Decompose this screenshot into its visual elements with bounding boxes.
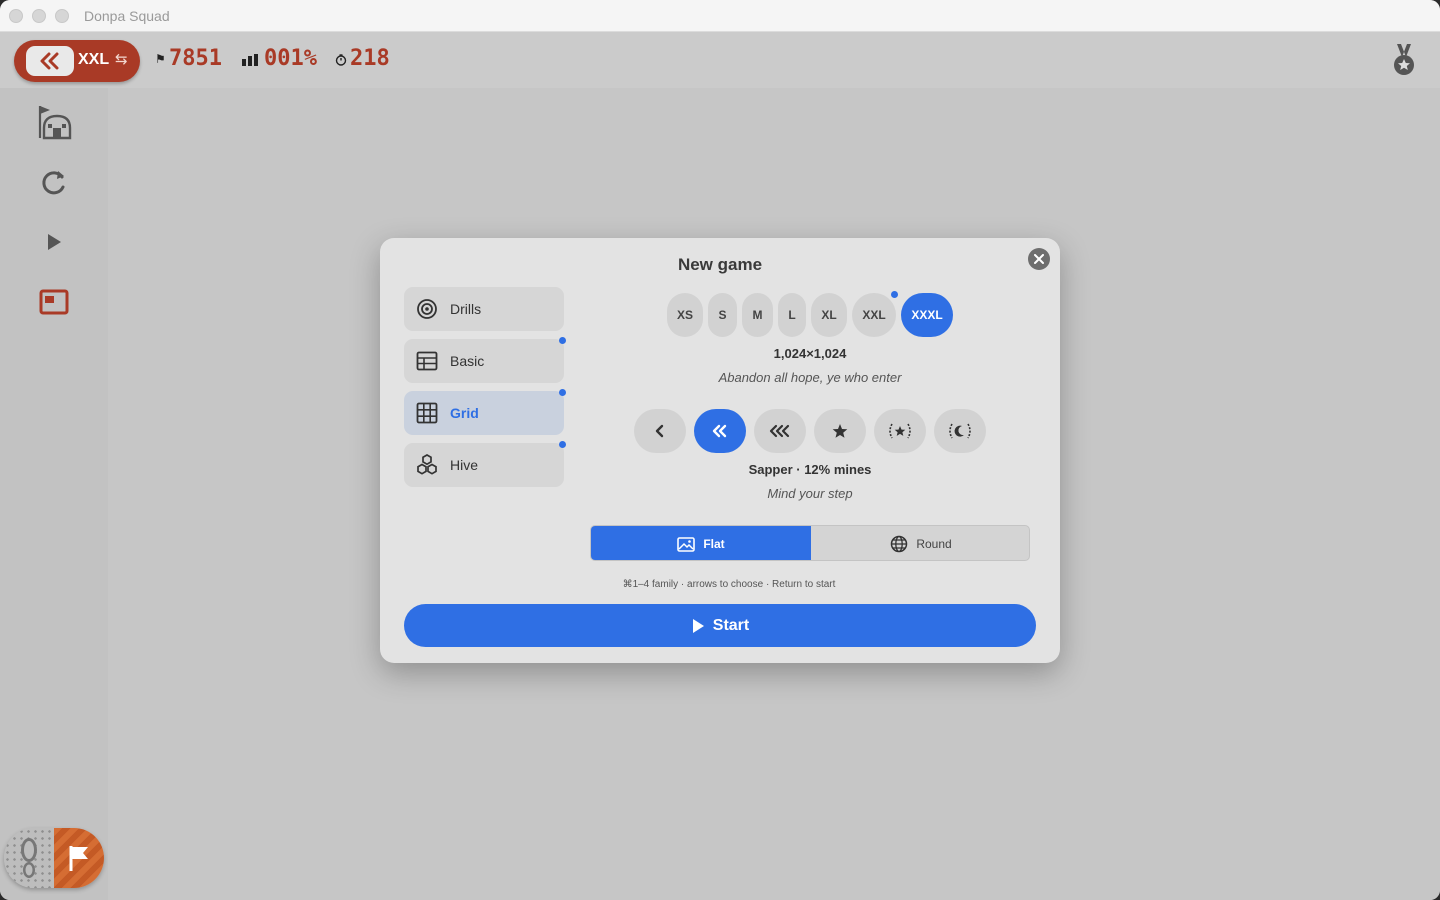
double-chevron-left-icon (40, 52, 59, 70)
shape-flat-label: Flat (703, 537, 725, 551)
start-label: Start (712, 616, 750, 634)
hive-icon (417, 454, 437, 475)
difficulty-5[interactable] (874, 409, 926, 453)
triple-chevron-left-icon (769, 424, 790, 438)
minimize-window-button[interactable] (32, 9, 46, 23)
start-button[interactable]: Start (404, 604, 1036, 647)
family-label: Drills (450, 301, 482, 317)
difficulty-indicator[interactable] (26, 46, 74, 76)
shape-flat-button[interactable]: Flat (591, 526, 811, 560)
laurel-moon-icon (949, 423, 971, 439)
reload-icon (42, 171, 65, 195)
sidebar (0, 88, 108, 900)
difficulty-tagline: Mind your step (767, 486, 853, 501)
globe-icon (891, 535, 908, 553)
board-dimensions: 1,024×1,024 (773, 346, 847, 361)
size-l[interactable]: L (778, 293, 806, 337)
app-window: Donpa Squad XXL ⇆ ⚑ 7851 001% 218 New ga… (0, 0, 1440, 900)
target-icon (417, 299, 437, 319)
new-game-dialog: New game Drills Basic Grid Hive XS S M L… (380, 238, 1060, 663)
family-grid-dot (559, 389, 566, 396)
sidebar-reload-button[interactable] (34, 162, 74, 202)
shape-segmented-control: Flat Round (590, 525, 1030, 561)
laurel-star-icon (889, 423, 911, 439)
window-icon (39, 289, 69, 315)
family-label: Basic (450, 353, 485, 369)
dialog-title: New game (677, 255, 763, 274)
keyboard-hint: ⌘1–4 family · arrows to choose · Return … (380, 579, 1060, 590)
family-grid[interactable]: Grid (404, 391, 564, 435)
family-basic-dot (559, 337, 566, 344)
sidebar-window-button[interactable] (34, 282, 74, 322)
size-xxl[interactable]: XXL (852, 293, 896, 337)
size-m[interactable]: M (742, 293, 773, 337)
window-title: Donpa Squad (84, 8, 170, 24)
toolbar: XXL ⇆ ⚑ 7851 001% 218 (0, 32, 1440, 88)
family-hive[interactable]: Hive (404, 443, 564, 487)
sidebar-home-button[interactable] (34, 102, 74, 142)
size-label: XXL (78, 51, 110, 68)
difficulty-3[interactable] (754, 409, 806, 453)
flag-count: 7851 (169, 46, 222, 71)
footprint-icon (21, 838, 37, 878)
family-hive-dot (559, 441, 566, 448)
size-s[interactable]: S (708, 293, 737, 337)
flag-icon (69, 846, 88, 871)
shape-round-button[interactable]: Round (811, 526, 1029, 560)
hut-icon (38, 106, 72, 140)
family-drills[interactable]: Drills (404, 287, 564, 331)
play-icon (692, 618, 704, 633)
landscape-icon (677, 536, 696, 552)
size-tagline: Abandon all hope, ye who enter (718, 370, 902, 385)
play-icon (48, 234, 61, 250)
difficulty-2[interactable] (694, 409, 746, 453)
size-xs[interactable]: XS (667, 293, 703, 337)
progress-value: 001% (264, 46, 317, 71)
flag-icon: ⚑ (155, 52, 166, 66)
size-xxl-dot (891, 291, 898, 298)
family-basic[interactable]: Basic (404, 339, 564, 383)
difficulty-name: Sapper · 12% mines (748, 462, 872, 477)
title-bar: Donpa Squad (0, 0, 1440, 32)
timer-icon (335, 54, 347, 66)
difficulty-1[interactable] (634, 409, 686, 453)
size-pill[interactable]: XXL ⇆ (14, 40, 140, 82)
difficulty-4[interactable] (814, 409, 866, 453)
mode-toggle[interactable] (4, 828, 104, 888)
family-label: Grid (450, 405, 479, 421)
close-dialog-button[interactable] (1028, 248, 1050, 270)
medal-icon[interactable] (1392, 44, 1416, 76)
keyboard-hint-text: ⌘1–4 family · arrows to choose · Return … (622, 579, 836, 590)
difficulty-6[interactable] (934, 409, 986, 453)
table-icon (416, 351, 438, 371)
shape-round-label: Round (916, 537, 952, 551)
flag-mode-button[interactable] (54, 828, 104, 888)
reveal-mode-button[interactable] (4, 828, 54, 888)
bars-icon (242, 54, 258, 66)
close-window-button[interactable] (9, 9, 23, 23)
size-xxxl[interactable]: XXXL (901, 293, 953, 337)
close-icon (1034, 254, 1044, 264)
double-chevron-left-icon (712, 424, 727, 438)
sidebar-play-button[interactable] (34, 222, 74, 262)
zoom-window-button[interactable] (55, 9, 69, 23)
grid-icon (416, 402, 438, 424)
family-label: Hive (450, 457, 479, 473)
swap-icon: ⇆ (115, 51, 128, 68)
chevron-left-icon (655, 424, 664, 438)
size-xl[interactable]: XL (811, 293, 847, 337)
star-icon (832, 424, 848, 438)
timer-value: 218 (350, 46, 390, 71)
